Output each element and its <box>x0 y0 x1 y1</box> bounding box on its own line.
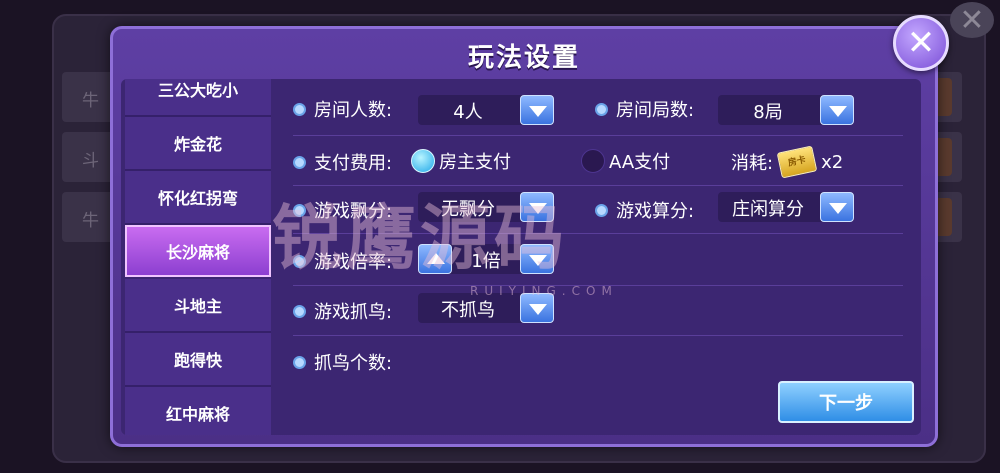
bullet-icon <box>595 102 608 116</box>
tab-sangong[interactable]: 三公大吃小 <box>125 79 271 117</box>
rounds-select[interactable]: 8局 <box>718 95 854 125</box>
players-select[interactable]: 4人 <box>418 95 554 125</box>
background-close-icon: ✕ <box>950 2 994 38</box>
game-type-sidebar: 三公大吃小 炸金花 怀化红拐弯 长沙麻将 斗地主 跑得快 红中麻将 <box>125 79 271 435</box>
background-row-label: 牛 <box>82 91 99 111</box>
tab-huaihua[interactable]: 怀化红拐弯 <box>125 171 271 225</box>
bullet-icon <box>293 155 306 169</box>
payment-owner-radio[interactable]: 房主支付 <box>411 148 511 174</box>
background-row-label: 斗 <box>82 151 99 171</box>
cost-info: 消耗: 房卡 x2 <box>731 145 843 179</box>
background-row-label: 牛 <box>82 211 99 231</box>
rounds-label: 房间局数: <box>595 96 694 122</box>
room-card-icon: 房卡 <box>776 145 818 179</box>
players-label: 房间人数: <box>293 96 392 122</box>
bullet-icon <box>293 355 306 369</box>
tab-hongzhong-mahjong[interactable]: 红中麻将 <box>125 387 271 435</box>
bullet-icon <box>595 203 608 217</box>
tab-doudizhu[interactable]: 斗地主 <box>125 279 271 333</box>
bullet-icon <box>293 304 306 318</box>
payment-label: 支付费用: <box>293 149 392 175</box>
watermark-subtext: RUIYING.COM <box>470 284 618 298</box>
scoring-label: 游戏算分: <box>595 197 694 223</box>
bird-count-label: 抓鸟个数: <box>293 349 392 375</box>
tab-changsha-mahjong[interactable]: 长沙麻将 <box>125 225 271 277</box>
chevron-down-icon[interactable] <box>520 95 554 125</box>
scoring-select[interactable]: 庄闲算分 <box>718 192 854 222</box>
close-icon[interactable]: ✕ <box>893 15 949 71</box>
next-step-button[interactable]: 下一步 <box>778 381 914 423</box>
watermark-text: 锐鹰源码 <box>272 197 568 279</box>
chevron-down-icon[interactable] <box>820 192 854 222</box>
payment-aa-radio[interactable]: AA支付 <box>581 148 670 174</box>
chevron-down-icon[interactable] <box>820 95 854 125</box>
dialog-title: 玩法设置 <box>467 43 580 73</box>
bullet-icon <box>293 102 306 116</box>
tab-paodekuai[interactable]: 跑得快 <box>125 333 271 387</box>
tab-zhajinhua[interactable]: 炸金花 <box>125 117 271 171</box>
catch-bird-label: 游戏抓鸟: <box>293 298 392 324</box>
